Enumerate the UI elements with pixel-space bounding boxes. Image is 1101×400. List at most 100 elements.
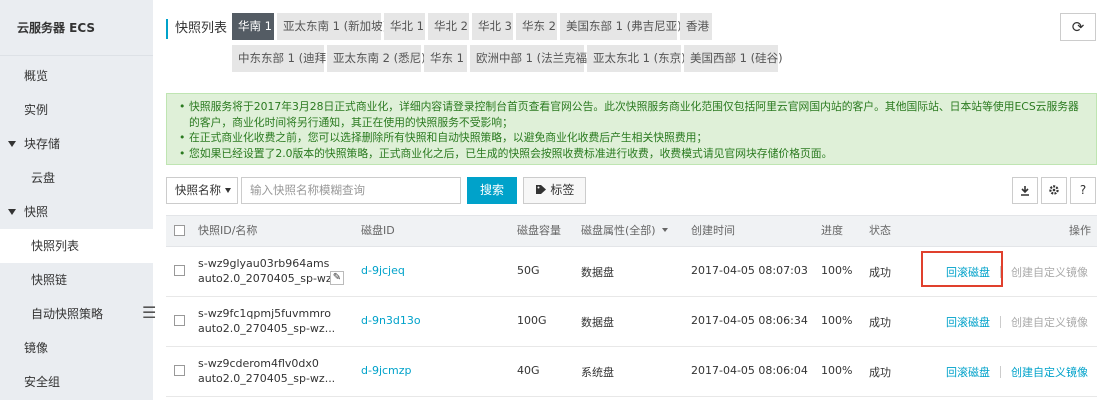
region-tab[interactable]: 华北 1 [384, 13, 425, 40]
sidebar-item-snapshot-list[interactable]: 快照列表 [0, 229, 153, 263]
disk-attr: 数据盘 [581, 266, 614, 279]
column-header-progress: 进度 [821, 224, 843, 237]
chevron-down-icon [225, 188, 231, 193]
column-header-created: 创建时间 [691, 224, 735, 237]
sidebar-item-cloud-disk[interactable]: 云盘 [0, 161, 153, 195]
sidebar-group-block-storage[interactable]: 块存储 [0, 127, 153, 161]
filter-field-label: 快照名称 [175, 183, 221, 197]
disk-size: 40G [517, 364, 540, 377]
help-button[interactable]: ? [1070, 177, 1096, 204]
sidebar: 云服务器 ECS 概览 实例 块存储 云盘 快照 快照列表 快照链 自动快照策略… [0, 0, 156, 400]
region-tab[interactable]: 华南 1 [232, 13, 274, 40]
filter-field-select[interactable]: 快照名称 [166, 177, 238, 204]
help-icon: ? [1079, 183, 1087, 197]
sidebar-item-images[interactable]: 镜像 [0, 331, 153, 365]
column-header-id: 快照ID/名称 [198, 224, 258, 237]
region-tab[interactable]: 香港 [680, 13, 712, 40]
region-tab[interactable]: 华北 3 [472, 13, 513, 40]
column-header-disk: 磁盘ID [361, 224, 395, 237]
column-header-status: 状态 [869, 224, 891, 237]
disk-attr: 系统盘 [581, 366, 614, 379]
progress: 100% [821, 264, 853, 277]
select-all-checkbox[interactable] [174, 225, 185, 236]
progress: 100% [821, 314, 853, 327]
disk-id-link[interactable]: d-9jcjeq [361, 264, 405, 277]
export-button[interactable] [1012, 177, 1038, 204]
region-tab[interactable]: 亚太东南 1 (新加坡) [277, 13, 387, 40]
region-tab[interactable]: 中东东部 1 (迪拜) [232, 45, 331, 72]
create-image-link[interactable]: 创建自定义镜像 [1011, 364, 1088, 380]
refresh-button[interactable]: ⟳ [1060, 13, 1096, 41]
status: 成功 [869, 316, 891, 329]
created-time: 2017-04-05 08:06:34 [691, 314, 808, 327]
region-tab[interactable]: 亚太东北 1 (东京) [587, 45, 686, 72]
column-header-attr[interactable]: 磁盘属性(全部) [581, 216, 669, 246]
region-tab[interactable]: 华东 2 [516, 13, 557, 40]
table-row: s-wz9fc1qpmj5fuvmmro auto2.0_270405_sp-w… [166, 297, 1097, 347]
region-tab[interactable]: 美国东部 1 (弗吉尼亚) [560, 13, 682, 40]
sidebar-collapse-icon[interactable]: ☰ [142, 302, 156, 324]
row-checkbox[interactable] [174, 265, 185, 276]
sidebar-item-instances[interactable]: 实例 [0, 93, 153, 127]
disk-size: 50G [517, 264, 540, 277]
create-image-link[interactable]: 创建自定义镜像 [1011, 314, 1088, 330]
edit-name-icon[interactable]: ✎ [330, 271, 344, 285]
region-tab[interactable]: 华北 2 [428, 13, 469, 40]
table-row: s-wz9glyau03rb964ams auto2.0_2070405_sp-… [166, 247, 1097, 297]
disk-attr: 数据盘 [581, 316, 614, 329]
caret-down-icon [8, 209, 16, 215]
refresh-icon: ⟳ [1071, 18, 1085, 36]
created-time: 2017-04-05 08:07:03 [691, 264, 808, 277]
region-tab[interactable]: 亚太东南 2 (悉尼) [327, 45, 426, 72]
region-tab[interactable]: 美国西部 1 (硅谷) [684, 45, 783, 72]
status: 成功 [869, 366, 891, 379]
divider [1000, 266, 1001, 278]
rollback-disk-link[interactable]: 回滚磁盘 [946, 264, 990, 280]
caret-down-icon [662, 228, 669, 232]
sidebar-title: 云服务器 ECS [0, 0, 153, 56]
sidebar-item-snapshot-chain[interactable]: 快照链 [0, 263, 153, 297]
sidebar-item-overview[interactable]: 概览 [0, 59, 153, 93]
column-header-attr-label: 磁盘属性(全部) [581, 224, 656, 237]
disk-id-link[interactable]: d-9n3d13o [361, 314, 421, 327]
column-header-ops: 操作 [1069, 224, 1091, 237]
created-time: 2017-04-05 08:06:04 [691, 364, 808, 377]
tag-button[interactable]: 标签 [523, 177, 586, 204]
status: 成功 [869, 266, 891, 279]
sidebar-item-security-groups[interactable]: 安全组 [0, 365, 153, 399]
table-header: 快照ID/名称 磁盘ID 磁盘容量 磁盘属性(全部) 创建时间 进度 状态 操作 [166, 215, 1097, 247]
main-content: 快照列表 华南 1 亚太东南 1 (新加坡) 华北 1 华北 2 华北 3 华东… [153, 0, 1101, 400]
snapshot-name: auto2.0_2070405_sp-wz... [198, 272, 343, 285]
notice-line: 在正式商业化收费之前，您可以选择删除所有快照和自动快照策略，以避免商业化收费后产… [177, 130, 1086, 146]
row-checkbox[interactable] [174, 315, 185, 326]
page-title: 快照列表 [166, 19, 227, 39]
notice-line: 快照服务将于2017年3月28日正式商业化，详细内容请登录控制台首页查看官网公告… [177, 99, 1086, 130]
snapshot-name: auto2.0_270405_sp-wz... [198, 372, 336, 385]
tag-button-label: 标签 [550, 183, 575, 197]
search-input[interactable]: 输入快照名称模糊查询 [241, 177, 461, 204]
column-header-size: 磁盘容量 [517, 224, 561, 237]
divider [1000, 316, 1001, 328]
sidebar-group-label: 块存储 [24, 137, 61, 151]
search-button[interactable]: 搜索 [467, 177, 517, 204]
snapshot-id: s-wz9fc1qpmj5fuvmmro [198, 307, 331, 320]
region-tab[interactable]: 欧洲中部 1 (法兰克福) [470, 45, 592, 72]
create-image-link[interactable]: 创建自定义镜像 [1011, 264, 1088, 280]
sidebar-item-auto-snapshot-policy[interactable]: 自动快照策略 [0, 297, 153, 331]
disk-id-link[interactable]: d-9jcmzp [361, 364, 412, 377]
snapshot-id: s-wz9glyau03rb964ams [198, 257, 330, 270]
rollback-disk-link[interactable]: 回滚磁盘 [946, 364, 990, 380]
rollback-disk-link[interactable]: 回滚磁盘 [946, 314, 990, 330]
snapshot-id: s-wz9cderom4flv0dx0 [198, 357, 319, 370]
row-checkbox[interactable] [174, 365, 185, 376]
gear-icon [1049, 185, 1059, 195]
region-tab[interactable]: 华东 1 [424, 45, 467, 72]
disk-size: 100G [517, 314, 547, 327]
sidebar-group-snapshots[interactable]: 快照 [0, 195, 153, 229]
snapshot-name: auto2.0_270405_sp-wz... [198, 322, 336, 335]
settings-button[interactable] [1041, 177, 1067, 204]
tag-icon [535, 185, 546, 194]
sidebar-group-label: 快照 [24, 205, 49, 219]
notice-banner: 快照服务将于2017年3月28日正式商业化，详细内容请登录控制台首页查看官网公告… [166, 93, 1097, 165]
notice-line: 您如果已经设置了2.0版本的快照策略，正式商业化之后，已生成的快照会按照收费标准… [177, 146, 1086, 162]
